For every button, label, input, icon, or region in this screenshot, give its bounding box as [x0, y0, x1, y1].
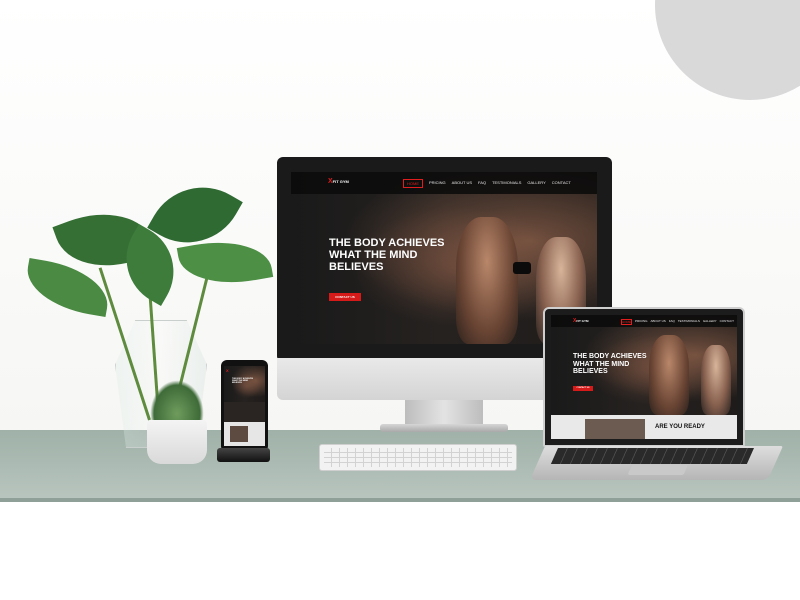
nav-menu: HOME PRICING ABOUT US FAQ TESTIMONIALS G…: [621, 319, 734, 325]
nav-item-gallery[interactable]: GALLERY: [703, 319, 717, 325]
next-section: ARE YOU READY: [551, 415, 737, 439]
section-image: [585, 419, 645, 439]
white-plant-pot: [147, 420, 207, 464]
nav-item-gallery[interactable]: GALLERY: [527, 179, 545, 188]
succulent-plant: [150, 380, 204, 422]
keyboard-keys: [324, 448, 512, 467]
nav-item-testimonials[interactable]: TESTIMONIALS: [678, 319, 700, 325]
hero-headline: THE BODY ACHIEVES WHAT THE MIND BELIEVES: [232, 378, 253, 384]
phone-thumbnail: [230, 426, 248, 442]
phone-dock: [217, 448, 270, 462]
logo-text: FIT GYM: [576, 319, 589, 323]
smartphone: X THE BODY ACHIEVES WHAT THE MIND BELIEV…: [221, 360, 268, 452]
mockup-scene: XFIT GYM HOME PRICING ABOUT US FAQ TESTI…: [0, 0, 800, 600]
dumbbell: [513, 262, 531, 274]
headline-line-3: BELIEVES: [329, 260, 384, 273]
site-logo[interactable]: X: [226, 368, 229, 373]
laptop-trackpad: [627, 465, 688, 475]
logo-mark: X: [226, 368, 229, 373]
site-navbar: XFIT GYM HOME PRICING ABOUT US FAQ TESTI…: [551, 315, 737, 327]
headline-line-3: BELIEVES: [573, 368, 608, 376]
athlete-man-figure: [456, 217, 518, 344]
nav-item-about-us[interactable]: ABOUT US: [651, 319, 666, 325]
nav-item-contact[interactable]: CONTACT: [552, 179, 571, 188]
site-logo[interactable]: XFIT GYM: [328, 178, 349, 185]
floor-background: [0, 502, 800, 600]
hero-headline: THE BODY ACHIEVES WHAT THE MIND BELIEVES: [573, 353, 647, 376]
nav-item-pricing[interactable]: PRICING: [635, 319, 648, 325]
athlete-woman-figure: [701, 345, 731, 415]
headline-line-2: WHAT THE MIND: [329, 248, 418, 261]
logo-text: FIT GYM: [332, 179, 349, 184]
monitor-stand: [405, 400, 483, 426]
laptop-keyboard: [550, 448, 754, 464]
nav-item-contact[interactable]: CONTACT: [720, 319, 734, 325]
monitor-stand-base: [380, 424, 508, 432]
nav-item-faq[interactable]: FAQ: [478, 179, 486, 188]
nav-item-pricing[interactable]: PRICING: [429, 179, 446, 188]
nav-item-home[interactable]: HOME: [403, 179, 423, 188]
site-navbar: XFIT GYM HOME PRICING ABOUT US FAQ TESTI…: [291, 172, 597, 194]
headline-line-2: WHAT THE MIND: [573, 360, 630, 368]
phone-website-screen: X THE BODY ACHIEVES WHAT THE MIND BELIEV…: [224, 366, 265, 446]
nav-item-testimonials[interactable]: TESTIMONIALS: [492, 179, 521, 188]
section-title: ARE YOU READY: [655, 424, 705, 430]
site-logo[interactable]: XFIT GYM: [573, 318, 589, 324]
contact-us-button[interactable]: CONTACT US: [573, 386, 593, 391]
hero-headline: THE BODY ACHIEVES WHAT THE MIND BELIEVES: [329, 237, 445, 274]
contact-us-button[interactable]: CONTACT US: [329, 293, 361, 301]
headline-line-3: BELIEVES: [232, 382, 242, 385]
nav-item-about-us[interactable]: ABOUT US: [452, 179, 472, 188]
laptop-screen: XFIT GYM HOME PRICING ABOUT US FAQ TESTI…: [543, 307, 745, 447]
laptop-website-screen: XFIT GYM HOME PRICING ABOUT US FAQ TESTI…: [551, 315, 737, 439]
phone-content-block: [224, 402, 265, 422]
nav-item-home[interactable]: HOME: [621, 319, 632, 325]
athlete-man-figure: [649, 335, 689, 415]
wireless-keyboard: [319, 444, 517, 471]
nav-item-faq[interactable]: FAQ: [669, 319, 675, 325]
headline-line-1: THE BODY ACHIEVES: [573, 353, 647, 360]
nav-menu: HOME PRICING ABOUT US FAQ TESTIMONIALS G…: [403, 179, 571, 188]
